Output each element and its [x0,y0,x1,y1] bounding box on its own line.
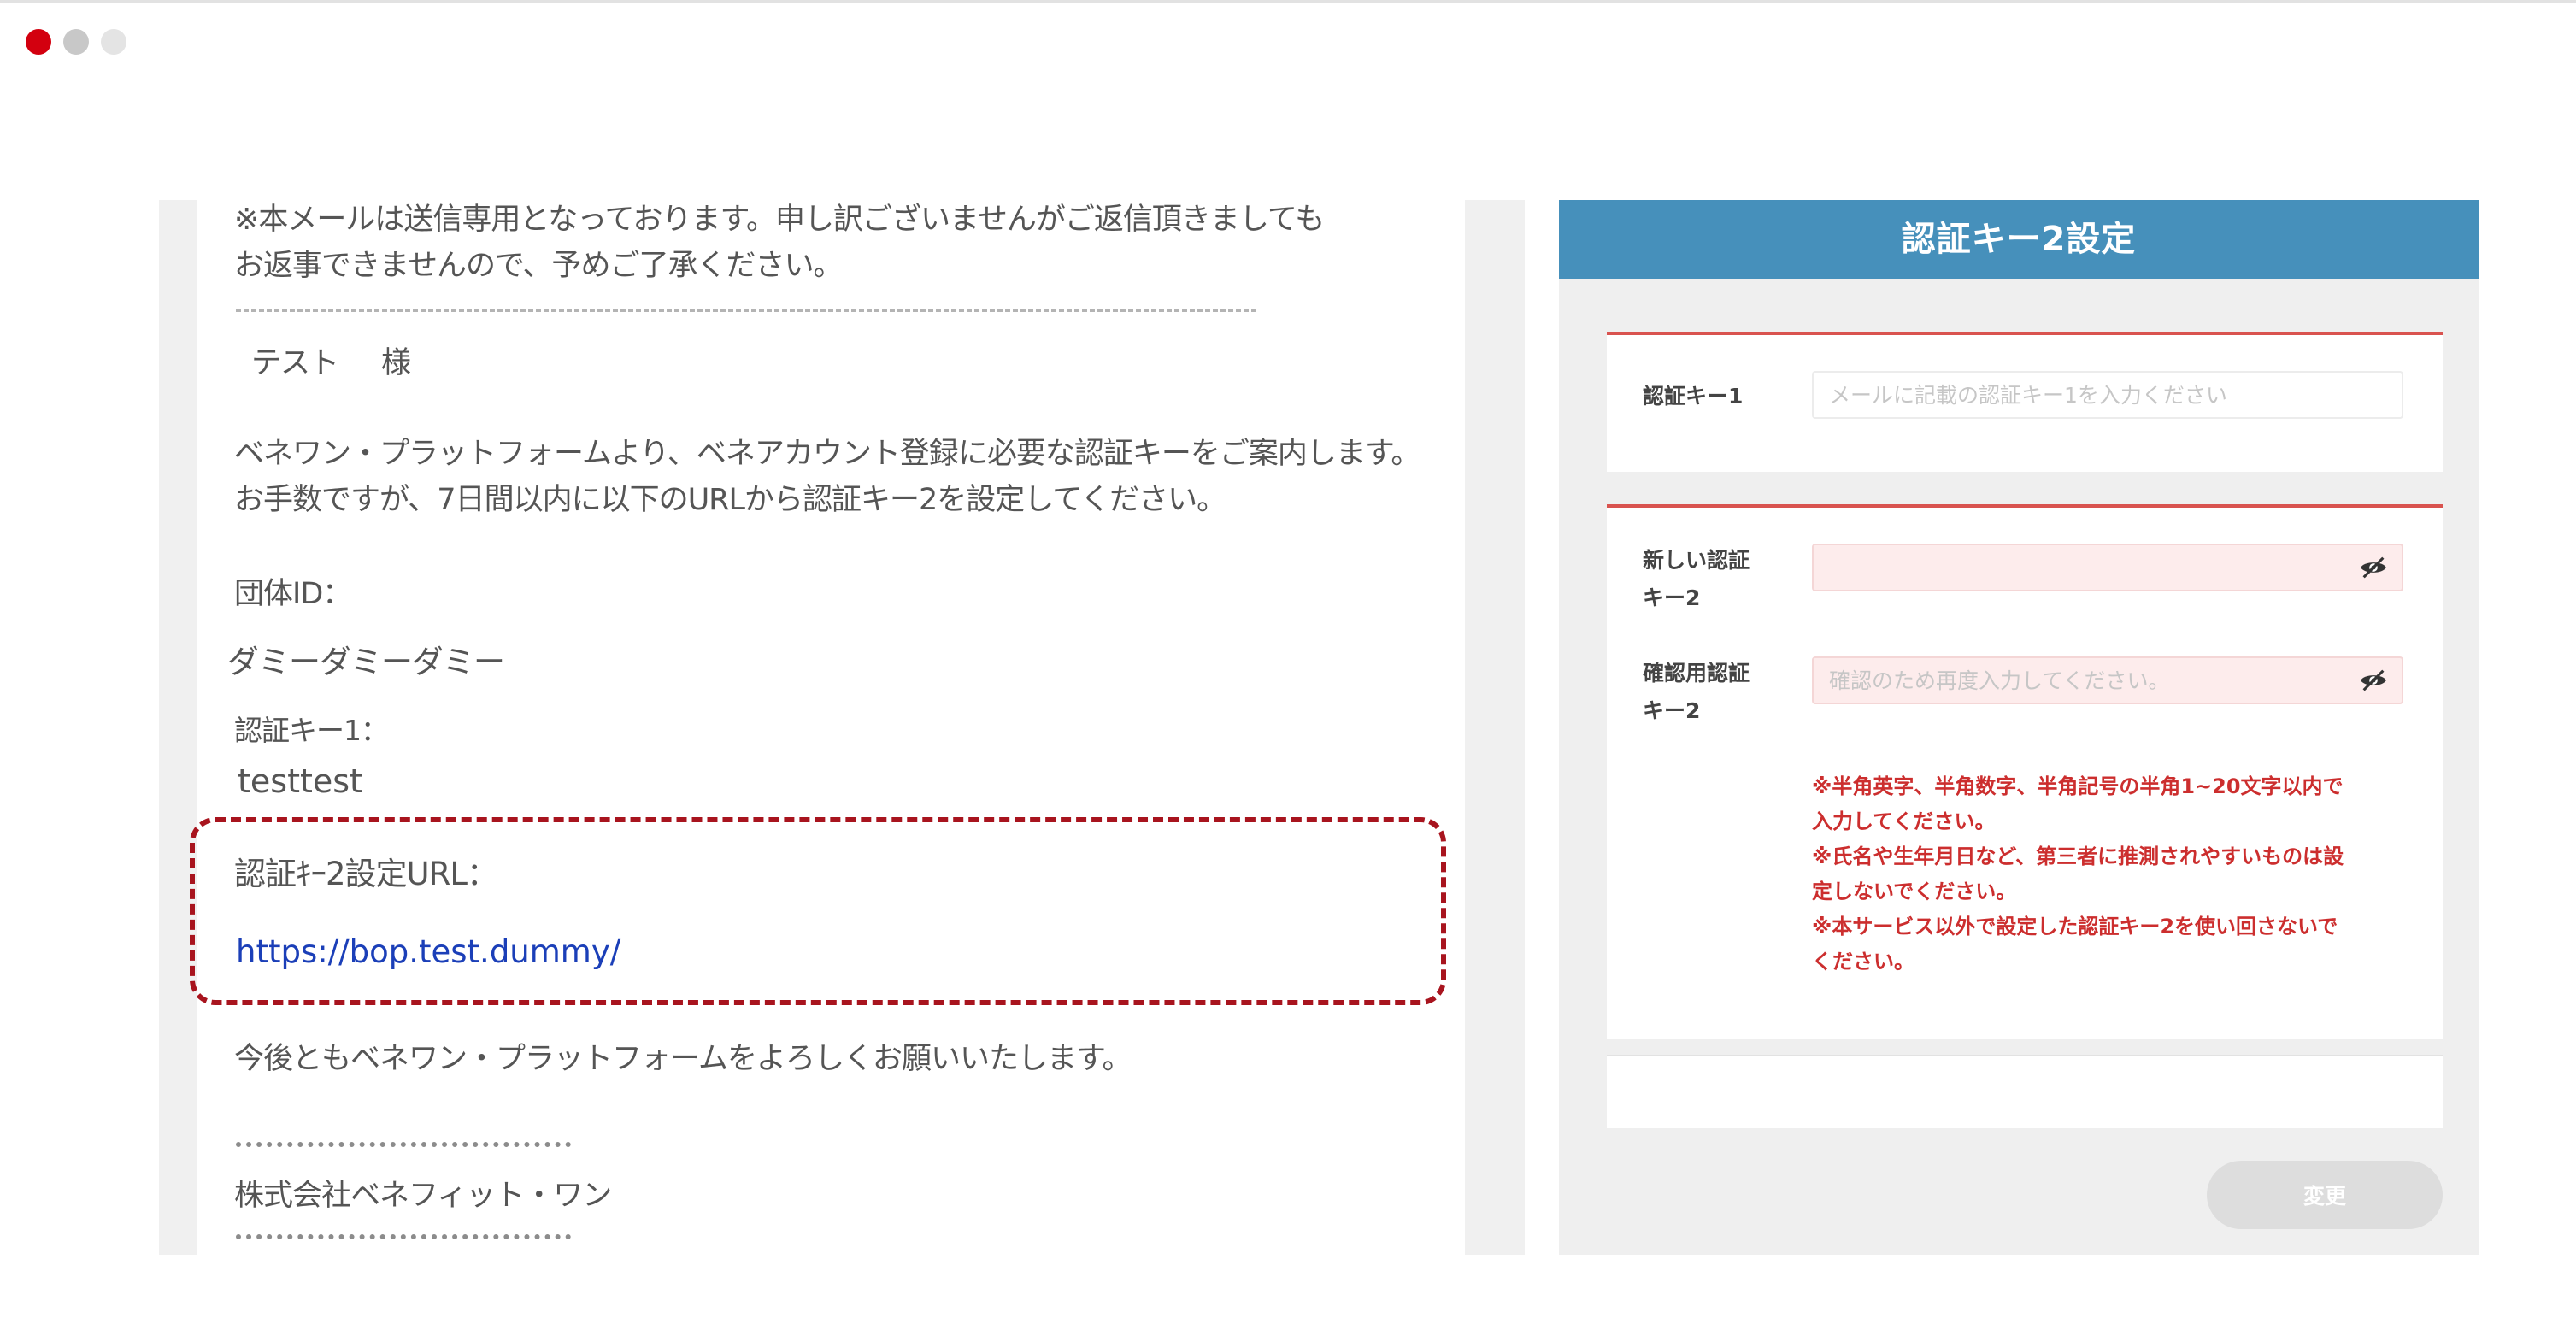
auth-key2-settings-panel: 認証キー2設定 認証キー1 新しい認証 キー2 確認用認証 キー2 ※半角英字、… [1559,200,2479,1255]
auth-key1-card: 認証キー1 [1607,332,2443,472]
email-divider [236,309,1256,312]
email-intro-line2: お手数ですが、7日間以内に以下のURLから認証キー2を設定してください。 [234,483,1226,517]
new-key-card: 新しい認証 キー2 確認用認証 キー2 ※半角英字、半角数字、半角記号の半角1~… [1607,504,2443,1039]
signature-dotted-line-bottom [236,1234,571,1239]
password-rule-note: 入力してください。 [1812,809,1996,833]
password-rule-note: ※氏名や生年月日など、第三者に推測されやすいものは設 [1812,844,2344,868]
signature-company: 株式会社ベネフィット・ワン [234,1179,612,1213]
auth-key1-label: 認証キー1： [234,714,389,747]
confirm-key2-label-line1: 確認用認証 [1643,661,1750,685]
recipient-honorific: 様 [381,346,411,380]
new-key2-label-line1: 新しい認証 [1643,548,1750,573]
top-border [0,0,2576,3]
password-rule-note: ください。 [1812,950,1914,974]
show-password-icon[interactable] [2359,553,2388,582]
new-key2-input[interactable] [1812,544,2403,591]
window-close-dot[interactable] [26,29,51,55]
email-notice-line2: お返事できませんので、予めご了承ください。 [234,249,844,283]
url-highlight-box [190,817,1446,1005]
auth-key1-field-label: 認証キー1 [1643,384,1744,409]
group-id-value: ダミーダミーダミー [227,644,505,680]
password-rule-note: ※本サービス以外で設定した認証キー2を使い回さないで [1812,915,2338,938]
email-notice-line1: ※本メールは送信専用となっております。申し訳ございませんがご返信頂きましても [234,203,1325,237]
confirm-key2-input[interactable] [1812,656,2403,704]
password-rule-note: 定しないでください。 [1812,880,2017,903]
change-button[interactable]: 変更 [2207,1161,2443,1229]
recipient-name: テスト [251,346,339,380]
email-intro-line1: ベネワン・プラットフォームより、ベネアカウント登録に必要な認証キーをご案内します… [234,437,1420,471]
password-rule-note: ※半角英字、半角数字、半角記号の半角1~20文字以内で [1812,774,2344,798]
window-minimize-dot[interactable] [63,29,89,55]
auth-key1-input[interactable] [1812,371,2403,419]
empty-card [1607,1055,2443,1128]
show-password-icon[interactable] [2359,666,2388,695]
group-id-label: 団体ID： [234,577,352,611]
signature-dotted-line-top [236,1142,571,1147]
email-closing: 今後ともベネワン・プラットフォームをよろしくお願いいたします。 [234,1042,1132,1076]
settings-title: 認証キー2設定 [1901,220,2137,259]
new-key2-label-line2: キー2 [1643,585,1701,610]
window-zoom-dot[interactable] [101,29,126,55]
confirm-key2-label-line2: キー2 [1643,698,1701,723]
settings-header: 認証キー2設定 [1559,200,2479,279]
auth-key1-value: testtest [238,762,362,800]
